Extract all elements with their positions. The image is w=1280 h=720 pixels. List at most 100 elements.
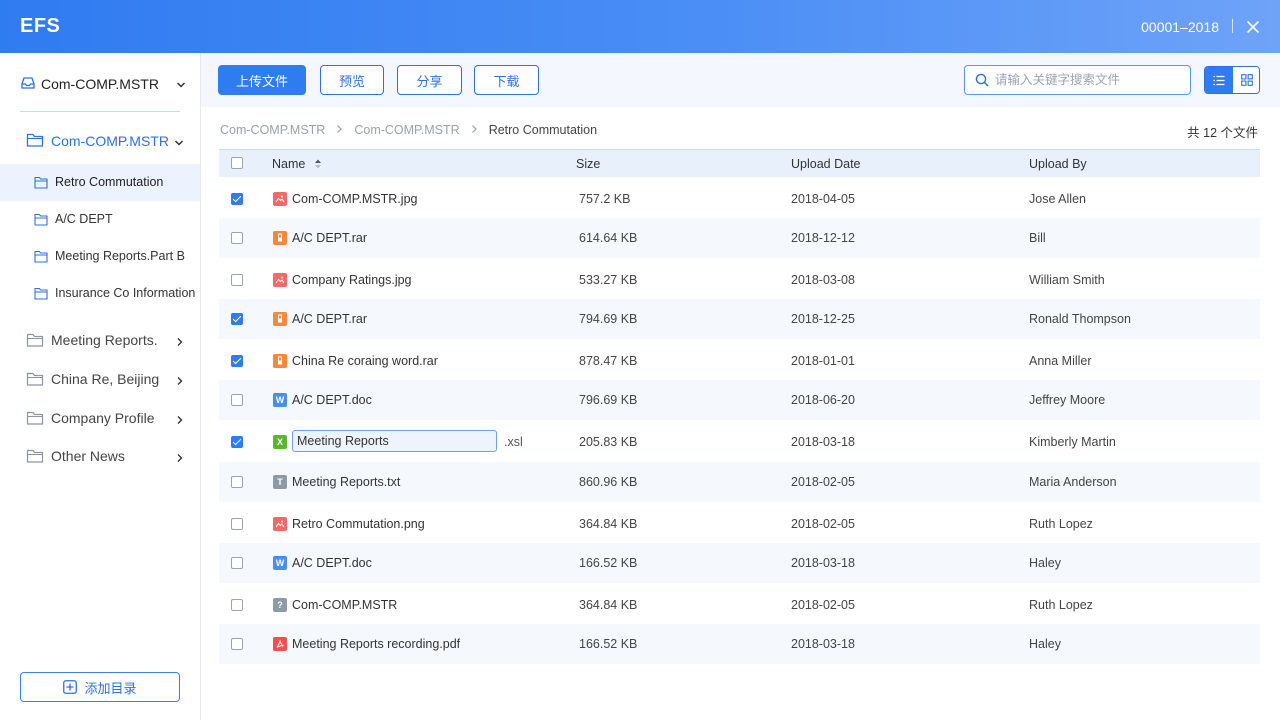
file-size: 796.69 KB — [579, 393, 638, 407]
chevron-right-icon — [176, 335, 184, 350]
table-row[interactable]: T Meeting Reports.txt 860.96 KB 2018-02-05 M… — [219, 462, 1260, 502]
row-checkbox[interactable] — [231, 193, 243, 205]
row-checkbox[interactable] — [231, 274, 243, 286]
sidebar-item-ac-dept[interactable]: A/C DEPT — [0, 201, 200, 238]
table-row[interactable]: Com-COMP.MSTR.jpg 757.2 KB 2018-04-05 Jose … — [219, 179, 1260, 219]
sidebar-item-label: A/C DEPT — [55, 212, 113, 226]
file-size: 364.84 KB — [579, 598, 638, 612]
row-checkbox[interactable] — [231, 394, 243, 406]
table-row[interactable]: A/C DEPT.rar 794.69 KB 2018-12-25 Ronald Th… — [219, 299, 1260, 339]
account-code: 00001–2018 — [1141, 19, 1219, 35]
excel-file-icon: X — [273, 435, 287, 449]
table-row[interactable]: W A/C DEPT.doc 166.52 KB 2018-03-18 Haley — [219, 543, 1260, 583]
search-box — [964, 65, 1191, 95]
uploaded-by: William Smith — [1029, 273, 1105, 287]
breadcrumb-item[interactable]: Com-COMP.MSTR — [354, 123, 459, 137]
folder-icon — [26, 448, 44, 467]
table-row[interactable]: Meeting Reports recording.pdf 166.52 KB 20… — [219, 624, 1260, 664]
file-name[interactable]: A/C DEPT.rar — [292, 312, 367, 326]
chevron-down-icon — [176, 78, 186, 93]
folder-icon — [34, 213, 48, 229]
column-header-size: Size — [576, 157, 601, 171]
table-row[interactable]: Company Ratings.jpg 533.27 KB 2018-03-08 Wi… — [219, 260, 1260, 300]
uploaded-by: Haley — [1029, 556, 1061, 570]
rename-input[interactable] — [292, 430, 497, 452]
breadcrumb-current: Retro Commutation — [488, 123, 598, 137]
search-icon — [975, 73, 989, 90]
table-row[interactable]: ? Com-COMP.MSTR 364.84 KB 2018-02-05 Ruth Lo… — [219, 585, 1260, 625]
unknown-file-icon: ? — [273, 598, 287, 612]
inbox-icon — [20, 75, 36, 94]
row-checkbox[interactable] — [231, 355, 243, 367]
chevron-right-icon — [176, 374, 184, 389]
sidebar-divider — [20, 111, 180, 112]
table-row[interactable]: W A/C DEPT.doc 796.69 KB 2018-06-20 Jeffrey … — [219, 380, 1260, 420]
image-file-icon — [273, 517, 287, 531]
grid-icon — [1241, 74, 1253, 86]
table-row[interactable]: Retro Commutation.png 364.84 KB 2018-02-05… — [219, 504, 1260, 544]
column-header-name[interactable]: Name — [272, 157, 322, 171]
table-row[interactable]: A/C DEPT.rar 614.64 KB 2018-12-12 Bill — [219, 218, 1260, 258]
row-checkbox[interactable] — [231, 599, 243, 611]
file-name[interactable]: A/C DEPT.doc — [292, 556, 372, 570]
file-name[interactable]: A/C DEPT.rar — [292, 231, 367, 245]
preview-button[interactable]: 预览 — [320, 65, 384, 95]
pdf-file-icon — [273, 637, 287, 651]
row-checkbox[interactable] — [231, 476, 243, 488]
file-extension: .xsl — [504, 435, 523, 449]
sidebar-item-meeting-reports-part-b[interactable]: Meeting Reports.Part B — [0, 238, 200, 275]
grid-view-button[interactable] — [1233, 67, 1259, 93]
sidebar-item-insurance-co[interactable]: Insurance Co Information — [0, 275, 200, 312]
library-selector[interactable]: Com-COMP.MSTR — [20, 74, 190, 94]
uploaded-by: Bill — [1029, 231, 1046, 245]
table-row[interactable]: X .xsl 205.83 KB 2018-03-18 Kimberly Martin — [219, 422, 1260, 462]
sidebar-item-label: Retro Commutation — [55, 175, 164, 189]
search-input[interactable] — [995, 71, 1185, 89]
folder-label: Company Profile — [51, 410, 155, 426]
table-row[interactable]: China Re coraing word.rar 878.47 KB 2018-0… — [219, 341, 1260, 381]
sidebar-item-retro-commutation[interactable]: Retro Commutation — [0, 164, 200, 201]
file-name[interactable]: China Re coraing word.rar — [292, 354, 438, 368]
file-size: 166.52 KB — [579, 556, 638, 570]
app-header: EFS 00001–2018 — [0, 0, 1280, 53]
select-all-checkbox[interactable] — [231, 157, 243, 169]
folder-icon — [34, 250, 48, 266]
file-name[interactable]: Meeting Reports recording.pdf — [292, 637, 460, 651]
file-name[interactable]: Retro Commutation.png — [292, 517, 425, 531]
close-icon[interactable] — [1245, 19, 1261, 35]
row-checkbox[interactable] — [231, 313, 243, 325]
app-logo: EFS — [20, 15, 61, 37]
add-directory-button[interactable]: 添加目录 — [20, 672, 180, 702]
file-name[interactable]: Company Ratings.jpg — [292, 273, 412, 287]
row-checkbox[interactable] — [231, 638, 243, 650]
file-name[interactable]: Com-COMP.MSTR — [292, 598, 397, 612]
upload-date: 2018-02-05 — [791, 598, 855, 612]
sidebar-folder-meeting-reports[interactable]: Meeting Reports. — [0, 325, 200, 355]
file-name[interactable]: Com-COMP.MSTR.jpg — [292, 192, 417, 206]
sidebar-folder-china-re[interactable]: China Re, Beijing — [0, 364, 200, 394]
breadcrumb-item[interactable]: Com-COMP.MSTR — [220, 123, 325, 137]
chevron-right-icon — [336, 123, 343, 137]
upload-button[interactable]: 上传文件 — [218, 65, 306, 95]
word-file-icon: W — [273, 393, 287, 407]
file-name[interactable]: A/C DEPT.doc — [292, 393, 372, 407]
uploaded-by: Jose Allen — [1029, 192, 1086, 206]
image-file-icon — [273, 192, 287, 206]
sidebar-folder-company-profile[interactable]: Company Profile — [0, 403, 200, 433]
download-button[interactable]: 下载 — [474, 65, 539, 95]
list-view-button[interactable] — [1205, 67, 1233, 93]
upload-date: 2018-12-25 — [791, 312, 855, 326]
file-name[interactable]: Meeting Reports.txt — [292, 475, 400, 489]
row-checkbox[interactable] — [231, 557, 243, 569]
row-checkbox[interactable] — [231, 518, 243, 530]
upload-date: 2018-02-05 — [791, 517, 855, 531]
upload-date: 2018-01-01 — [791, 354, 855, 368]
share-button[interactable]: 分享 — [397, 65, 462, 95]
sidebar-folder-other-news[interactable]: Other News — [0, 441, 200, 471]
row-checkbox[interactable] — [231, 232, 243, 244]
upload-date: 2018-03-18 — [791, 556, 855, 570]
chevron-right-icon — [176, 451, 184, 466]
row-checkbox[interactable] — [231, 436, 243, 448]
tree-root-folder[interactable]: Com-COMP.MSTR — [0, 130, 200, 152]
uploaded-by: Ruth Lopez — [1029, 517, 1093, 531]
